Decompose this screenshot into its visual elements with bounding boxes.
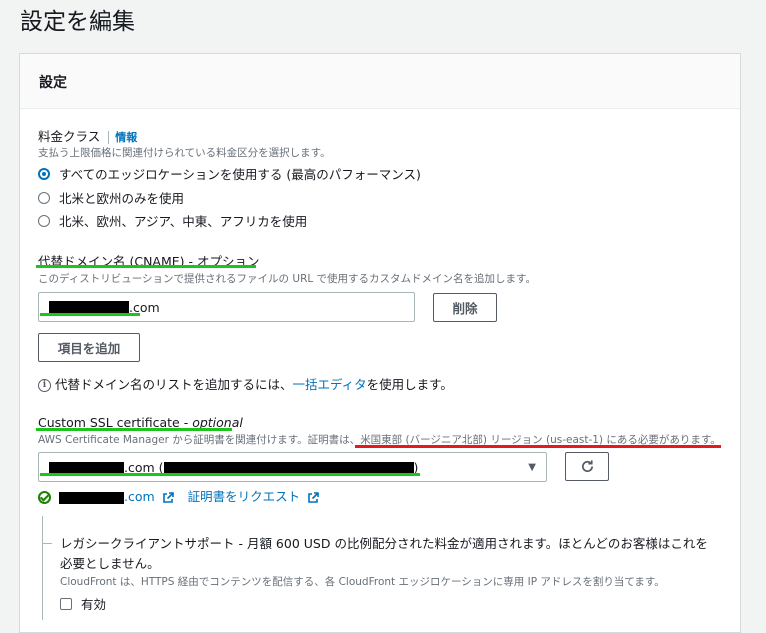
price-class-field: 料金クラス 情報: [38, 126, 138, 145]
redacted-text: [58, 491, 124, 504]
cname-description: このディストリビューションで提供されるファイルの URL で使用するカスタムドメ…: [38, 273, 537, 285]
checkbox-label: 有効: [81, 597, 107, 612]
ssl-certificate-select[interactable]: .com () ▼: [38, 452, 547, 482]
annotation-underline: [40, 313, 140, 316]
bulk-editor-hint: i 代替ドメイン名のリストを追加するには、一括エディタを使用します。: [38, 374, 453, 393]
checkbox-icon[interactable]: [60, 597, 72, 610]
success-check-icon: [38, 491, 51, 504]
annotation-underline: [36, 428, 232, 431]
bulk-suffix: を使用します。: [366, 377, 453, 392]
radio-all-locations[interactable]: すべてのエッジロケーションを使用する (最高のパフォーマンス): [38, 164, 421, 183]
bulk-prefix: 代替ドメイン名のリストを追加するには、: [54, 377, 293, 392]
caret-down-icon[interactable]: ▼: [528, 462, 536, 473]
redacted-text: [49, 301, 129, 313]
refresh-icon: [581, 460, 593, 472]
add-item-button[interactable]: 項目を追加: [38, 333, 140, 362]
annotation-underline: [36, 265, 256, 268]
panel-header: 設定: [20, 54, 740, 109]
radio-label: 北米、欧州、アジア、中東、アフリカを使用: [59, 214, 308, 229]
info-icon: i: [38, 379, 51, 392]
page-title: 設定を編集: [20, 9, 135, 35]
annotation-underline-red: [355, 445, 721, 448]
radio-selected-icon[interactable]: [38, 167, 50, 180]
radio-label: すべてのエッジロケーションを使用する (最高のパフォーマンス): [59, 167, 421, 182]
certificate-links: .com 証明書をリクエスト: [38, 486, 319, 505]
external-link-icon[interactable]: [307, 491, 319, 504]
bulk-editor-link[interactable]: 一括エディタ: [293, 377, 367, 392]
legacy-description: CloudFront は、HTTPS 経由でコンテンツを配信する、各 Cloud…: [60, 576, 665, 588]
price-class-description: 支払う上限価格に関連付けられている料金区分を選択します。: [38, 147, 331, 159]
legacy-section-tick: [42, 543, 52, 544]
certificate-link[interactable]: .com: [124, 489, 155, 504]
price-class-info-link[interactable]: 情報: [108, 131, 138, 144]
external-link-icon[interactable]: [162, 491, 174, 504]
radio-na-eu-asia[interactable]: 北米、欧州、アジア、中東、アフリカを使用: [38, 211, 307, 230]
refresh-button[interactable]: [565, 452, 609, 481]
radio-na-eu[interactable]: 北米と欧州のみを使用: [38, 188, 184, 207]
legacy-enable-checkbox[interactable]: 有効: [60, 594, 106, 613]
radio-unselected-icon[interactable]: [38, 214, 50, 227]
remove-button[interactable]: 削除: [433, 293, 497, 322]
radio-unselected-icon[interactable]: [38, 191, 50, 204]
legacy-section-divider: [42, 516, 43, 620]
annotation-underline: [40, 473, 420, 476]
legacy-title: レガシークライアントサポート - 月額 600 USD の比例配分された料金が適…: [60, 536, 708, 571]
panel-title: 設定: [39, 75, 67, 91]
cname-input[interactable]: .com: [38, 292, 415, 322]
price-class-label: 料金クラス: [38, 129, 101, 144]
request-certificate-link[interactable]: 証明書をリクエスト: [188, 489, 301, 504]
ssl-description-prefix: AWS Certificate Manager から証明書を関連付けます。証明書…: [38, 434, 361, 446]
radio-label: 北米と欧州のみを使用: [59, 191, 185, 206]
